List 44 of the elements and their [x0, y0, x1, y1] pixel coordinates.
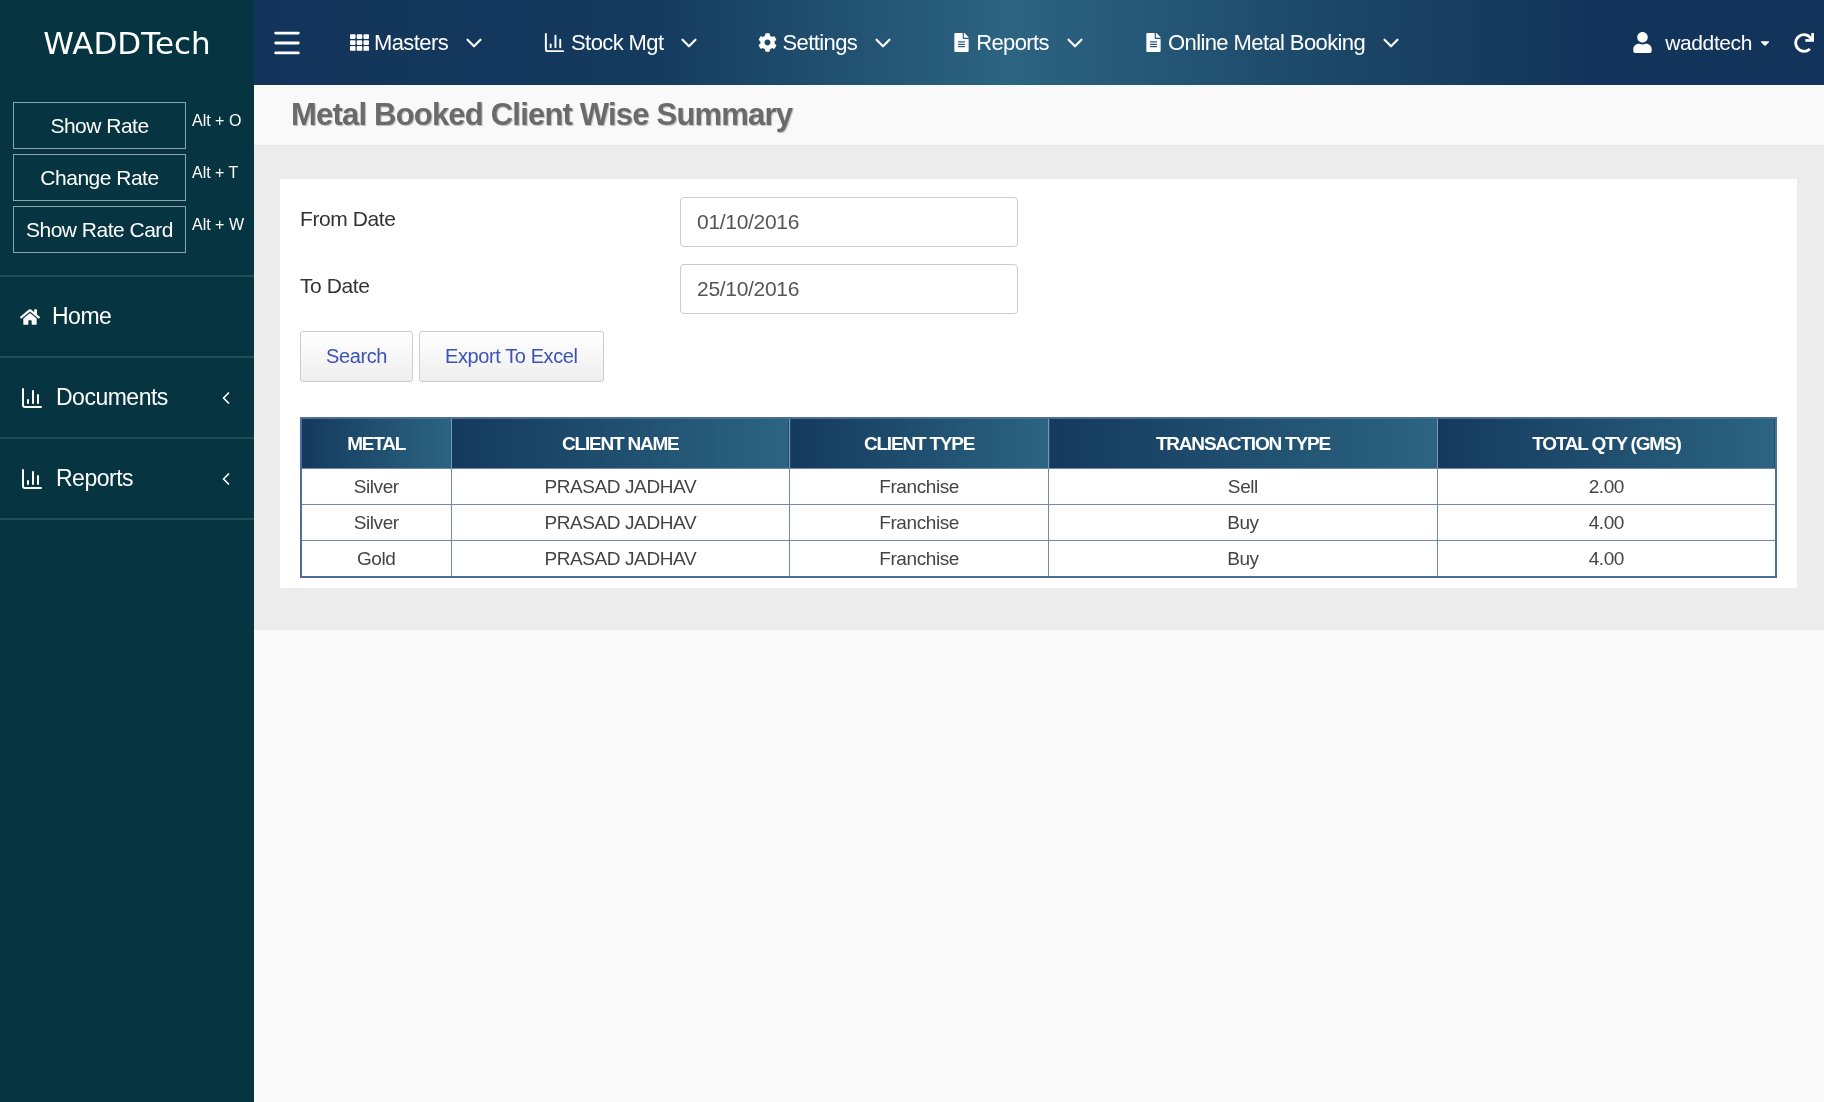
table-cell: Sell: [1048, 468, 1438, 505]
date-field[interactable]: 01/10/2016: [680, 197, 1018, 247]
nav-menu-item[interactable]: Masters: [350, 29, 488, 56]
brand-logo: WADDTech: [42, 23, 212, 63]
home-icon: [20, 306, 40, 327]
nav-menu-item[interactable]: Online Metal Booking: [1144, 29, 1405, 56]
table-cell: Buy: [1048, 504, 1438, 541]
nav-menu-item[interactable]: Reports: [952, 29, 1088, 56]
shortcut-button[interactable]: Show Rate: [13, 102, 186, 149]
grid-icon: [350, 33, 369, 52]
column-header: TOTAL QTY (GMS): [1437, 418, 1776, 469]
document-icon: [952, 33, 972, 52]
column-header: CLIENT TYPE: [789, 418, 1049, 469]
column-header: CLIENT NAME: [451, 418, 790, 469]
bar-chart-icon: [20, 466, 44, 491]
export-button[interactable]: Export To Excel: [419, 331, 604, 382]
user-menu[interactable]: waddtech: [1632, 30, 1772, 55]
column-header: TRANSACTION TYPE: [1048, 418, 1438, 469]
nav-menu-item[interactable]: Settings: [758, 29, 897, 56]
bar-chart-icon: [543, 31, 567, 54]
shortcut-button[interactable]: Show Rate Card: [13, 206, 186, 253]
table-cell: PRASAD JADHAV: [451, 468, 790, 505]
user-icon: [1632, 32, 1654, 53]
table-cell: PRASAD JADHAV: [451, 504, 790, 541]
shortcut-button[interactable]: Change Rate: [13, 154, 186, 201]
page-title: Metal Booked Client Wise Summary: [291, 97, 793, 133]
shortcut-key: Alt + O: [192, 112, 242, 130]
table-cell: Silver: [301, 468, 451, 505]
document-icon: [1144, 33, 1163, 52]
column-header: METAL: [301, 418, 451, 469]
field-label: From Date: [300, 206, 397, 231]
table-cell: Franchise: [789, 468, 1049, 505]
date-field[interactable]: 25/10/2016: [680, 264, 1018, 314]
shortcut-key: Alt + T: [192, 164, 239, 182]
field-label: To Date: [300, 273, 371, 298]
nav-menu-item[interactable]: Stock Mgt: [543, 29, 703, 56]
bar-chart-icon: [20, 385, 44, 410]
table-cell: 2.00: [1437, 468, 1776, 505]
gear-icon: [758, 33, 778, 52]
shortcut-key: Alt + W: [192, 216, 244, 234]
refresh-icon[interactable]: [1794, 32, 1814, 53]
table-cell: Franchise: [789, 504, 1049, 541]
search-button[interactable]: Search: [300, 331, 413, 382]
table-cell: Silver: [301, 504, 451, 541]
